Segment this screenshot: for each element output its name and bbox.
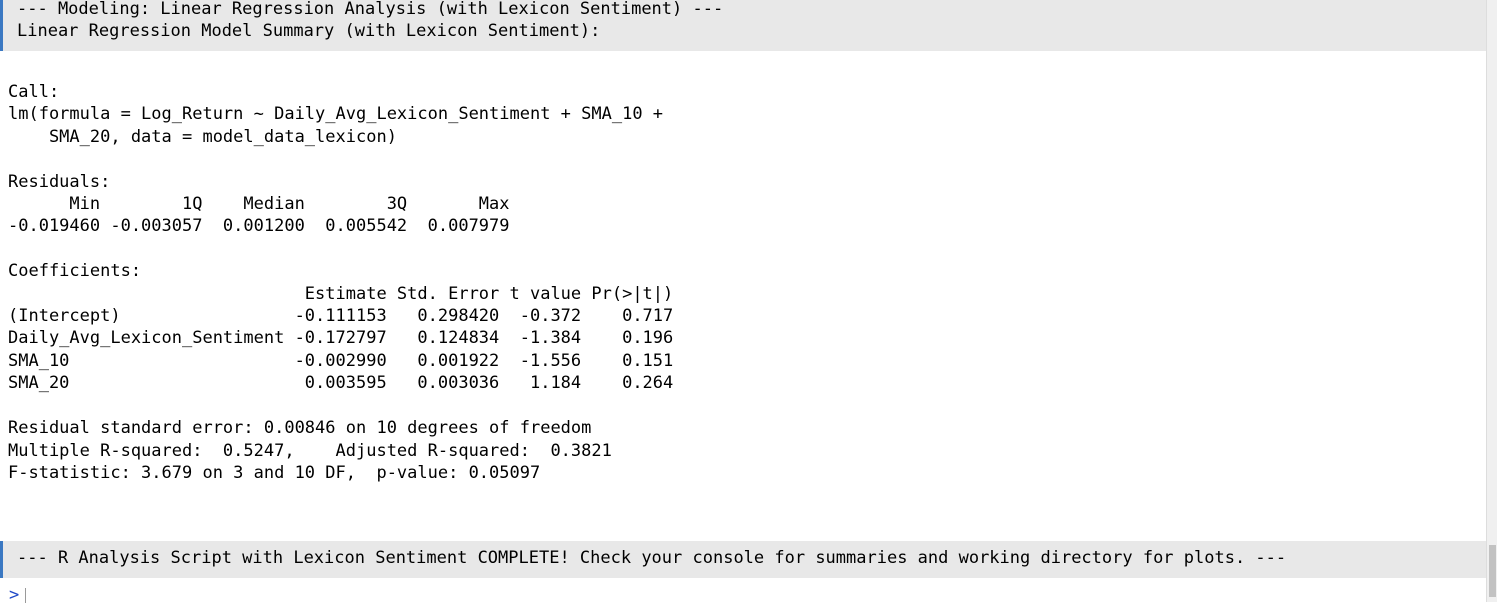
r-console-pane[interactable]: --- Modeling: Linear Regression Analysis… xyxy=(0,0,1486,605)
output-line: lm(formula = Log_Return ~ Daily_Avg_Lexi… xyxy=(8,104,664,125)
output-line: SMA_20 0.003595 0.003036 1.184 0.264 xyxy=(8,373,674,394)
vertical-scrollbar[interactable] xyxy=(1486,0,1497,602)
output-line: Residual standard error: 0.00846 on 10 d… xyxy=(8,418,592,439)
model-summary-header-line: Linear Regression Model Summary (with Le… xyxy=(17,21,601,41)
output-line: Min 1Q Median 3Q Max xyxy=(8,194,520,215)
output-line: Multiple R-squared: 0.5247, Adjusted R-s… xyxy=(8,440,623,461)
regression-summary-output: Call: lm(formula = Log_Return ~ Daily_Av… xyxy=(8,81,673,484)
completion-message-line: --- R Analysis Script with Lexicon Senti… xyxy=(17,548,1287,568)
output-line: Residuals: xyxy=(8,171,111,192)
output-line: Coefficients: xyxy=(8,261,142,282)
text-cursor xyxy=(25,587,27,603)
modeling-header-line: --- Modeling: Linear Regression Analysis… xyxy=(17,0,724,19)
console-input-line[interactable]: > xyxy=(9,585,27,605)
output-line: (Intercept) -0.111153 0.298420 -0.372 0.… xyxy=(8,306,674,327)
completion-message-block: --- R Analysis Script with Lexicon Senti… xyxy=(0,541,1486,578)
output-line: F-statistic: 3.679 on 3 and 10 DF, p-val… xyxy=(8,462,541,483)
output-line: SMA_20, data = model_data_lexicon) xyxy=(8,126,397,147)
output-line: Estimate Std. Error t value Pr(>|t|) xyxy=(8,283,674,304)
script-message-block: --- Modeling: Linear Regression Analysis… xyxy=(0,0,1486,51)
output-line: Daily_Avg_Lexicon_Sentiment -0.172797 0.… xyxy=(8,328,674,349)
output-line: SMA_10 -0.002990 0.001922 -1.556 0.151 xyxy=(8,350,674,371)
output-line: Call: xyxy=(8,82,60,102)
scrollbar-thumb[interactable] xyxy=(1489,545,1496,597)
prompt-symbol: > xyxy=(9,585,20,605)
output-line: -0.019460 -0.003057 0.001200 0.005542 0.… xyxy=(8,216,520,237)
